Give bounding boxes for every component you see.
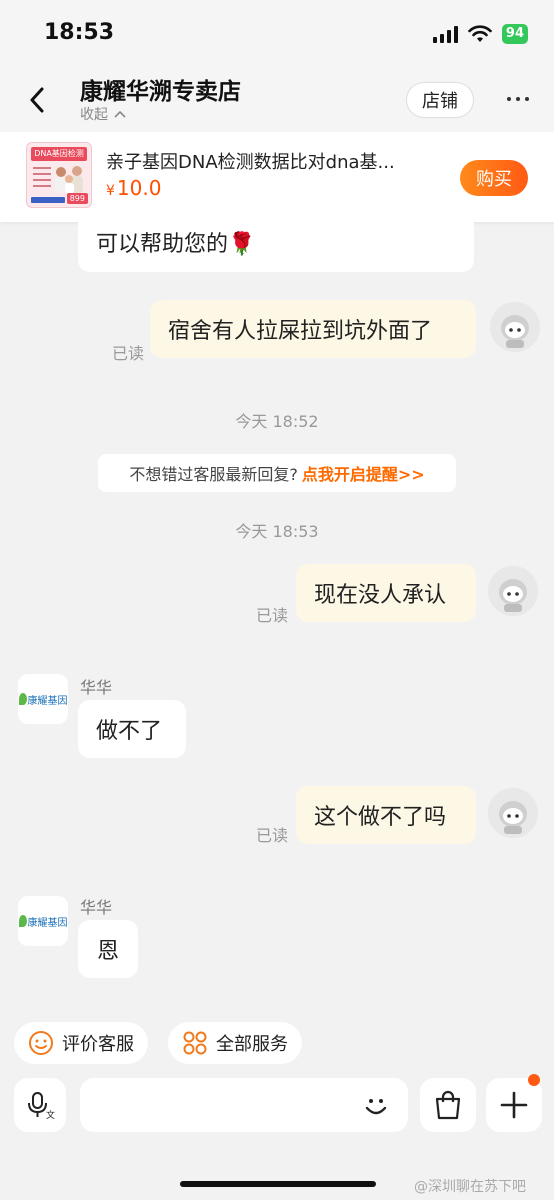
- all-services-button[interactable]: 全部服务: [168, 1022, 302, 1064]
- sender-name: 华华: [80, 898, 113, 917]
- message-text: 宿舍有人拉屎拉到坑外面了: [168, 319, 433, 344]
- all-services-label: 全部服务: [216, 1034, 288, 1055]
- rate-service-button[interactable]: 评价客服: [14, 1022, 148, 1064]
- watermark: @深圳聊在苏下吧: [414, 1179, 526, 1195]
- thumb-title: DNA基因检测: [31, 147, 87, 161]
- rate-service-label: 评价客服: [62, 1034, 134, 1055]
- message-bubble-self: 宿舍有人拉屎拉到坑外面了: [150, 300, 476, 358]
- robot-avatar-icon: [488, 788, 538, 838]
- shopping-bag-icon: [435, 1090, 461, 1120]
- microphone-icon: 文: [28, 1092, 55, 1120]
- timestamp: 今天 18:52: [235, 412, 319, 431]
- wifi-icon: [468, 25, 492, 42]
- leaf-logo-icon: [18, 693, 27, 705]
- enable-reminder-link[interactable]: 点我开启提醒>>: [302, 461, 425, 485]
- message-bubble-self: 现在没人承认: [296, 564, 476, 622]
- buy-button[interactable]: 购买: [460, 160, 528, 196]
- currency-symbol: ¥: [106, 183, 115, 199]
- chevron-up-icon: [114, 110, 126, 118]
- message-bubble-self: 这个做不了吗: [296, 786, 476, 844]
- emoji-icon: [365, 1099, 387, 1115]
- chat-header: 康耀华溯专卖店 收起 店铺: [0, 66, 554, 132]
- back-button[interactable]: [20, 80, 54, 120]
- message-bubble-shop: 做不了: [78, 700, 186, 758]
- thumb-price: 899: [66, 193, 88, 204]
- svg-text:文: 文: [46, 1109, 55, 1120]
- message-bubble-shop: 恩: [78, 920, 138, 978]
- notification-banner[interactable]: 不想错过客服最新回复? 点我开启提醒>>: [98, 454, 456, 492]
- shop-avatar[interactable]: 康耀基因: [18, 896, 68, 946]
- more-icon[interactable]: [500, 84, 536, 114]
- user-avatar[interactable]: [490, 302, 540, 352]
- services-grid-icon: [183, 1031, 207, 1055]
- signal-icon: [432, 25, 458, 43]
- product-price: ¥10.0: [106, 176, 161, 200]
- sender-name: 华华: [80, 678, 113, 697]
- message-text: 恩: [96, 939, 119, 964]
- read-status: 已读: [112, 344, 145, 363]
- shopping-bag-button[interactable]: [420, 1078, 476, 1132]
- product-thumbnail[interactable]: DNA基因检测 899: [26, 142, 92, 208]
- shop-avatar-label: 康耀基因: [27, 695, 68, 707]
- home-indicator[interactable]: [180, 1181, 376, 1187]
- shop-avatar[interactable]: 康耀基因: [18, 674, 68, 724]
- thumb-banner: [31, 197, 65, 203]
- collapse-toggle[interactable]: 收起: [80, 104, 126, 124]
- notice-text: 不想错过客服最新回复?: [129, 465, 298, 484]
- voice-input-button[interactable]: 文: [14, 1078, 66, 1132]
- collapse-label: 收起: [80, 107, 108, 123]
- notification-dot: [528, 1074, 540, 1086]
- status-icons: 94: [432, 24, 528, 44]
- price-value: 10.0: [116, 176, 162, 200]
- message-text: 可以帮助您的🌹: [96, 232, 256, 257]
- user-avatar[interactable]: [488, 566, 538, 616]
- robot-avatar-icon: [488, 566, 538, 616]
- message-text: 这个做不了吗: [314, 805, 447, 830]
- chevron-left-icon: [30, 87, 44, 113]
- message-text: 做不了: [96, 719, 163, 744]
- read-status: 已读: [256, 606, 289, 625]
- shop-button[interactable]: 店铺: [406, 82, 474, 118]
- leaf-logo-icon: [18, 915, 27, 927]
- robot-avatar-icon: [490, 302, 540, 352]
- status-time: 18:53: [44, 20, 115, 45]
- product-name[interactable]: 亲子基因DNA检测数据比对dna基...: [106, 148, 436, 174]
- shop-avatar-label: 康耀基因: [27, 917, 68, 929]
- message-bubble-shop: 可以帮助您的🌹: [78, 214, 474, 272]
- user-avatar[interactable]: [488, 788, 538, 838]
- timestamp: 今天 18:53: [235, 522, 319, 541]
- input-bar: 文: [0, 1074, 554, 1134]
- quick-actions: 评价客服 全部服务: [0, 1020, 554, 1068]
- product-card[interactable]: DNA基因检测 899 亲子基因DNA检测数据比对dna基... ¥10.0 购…: [0, 132, 554, 222]
- family-photo-icon: [55, 166, 83, 193]
- status-bar: 18:53 94: [0, 0, 554, 66]
- chat-area[interactable]: 可以帮助您的🌹 已读 宿舍有人拉屎拉到坑外面了 今天 18:52 不想错过客服最…: [0, 214, 554, 1012]
- more-actions-button[interactable]: [486, 1078, 542, 1132]
- smile-icon: [29, 1031, 53, 1055]
- shop-title: 康耀华溯专卖店: [80, 79, 241, 105]
- thumb-lines: [33, 167, 51, 191]
- message-text: 现在没人承认: [314, 583, 447, 608]
- plus-icon: [500, 1091, 528, 1119]
- emoji-button[interactable]: [358, 1088, 394, 1124]
- read-status: 已读: [256, 826, 289, 845]
- battery-indicator: 94: [501, 24, 528, 44]
